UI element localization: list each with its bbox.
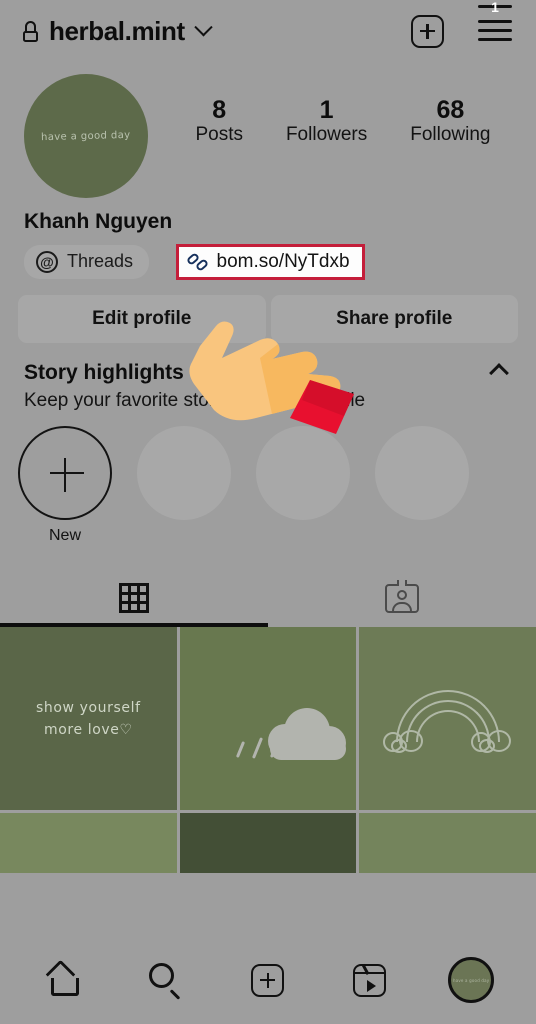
posts-grid: show yourself more love♡: [0, 627, 536, 873]
reels-icon: [353, 963, 387, 997]
rainbow-icon: [382, 682, 513, 756]
post-quote-text: show yourself more love♡: [0, 627, 177, 810]
nav-home-button[interactable]: [32, 953, 98, 1007]
nav-create-button[interactable]: [235, 953, 301, 1007]
profile-link-highlighted[interactable]: bom.so/NyTdxb: [175, 244, 365, 280]
profile-link-text: bom.so/NyTdxb: [216, 251, 350, 272]
story-highlights-list: New: [0, 412, 536, 545]
stat-followers-value: 1: [319, 96, 334, 124]
profile-stats: 8 Posts 1 Followers 68 Following: [148, 74, 512, 146]
story-highlights-title: Story highlights: [24, 361, 184, 384]
app-header: herbal.mint 1: [0, 0, 536, 62]
grid-icon: [119, 583, 149, 613]
story-highlights-header: Story highlights: [0, 343, 536, 385]
header-create-button[interactable]: [411, 14, 444, 48]
nav-profile-button[interactable]: have a good day: [438, 953, 504, 1007]
highlight-skeleton: [256, 426, 350, 520]
search-icon: [149, 963, 183, 1000]
profile-link-row: bom.so/NyTdxb: [175, 244, 365, 280]
post-thumbnail[interactable]: [0, 813, 177, 873]
stat-posts-label: Posts: [195, 124, 243, 145]
threads-badge-label: Threads: [67, 251, 134, 271]
stat-posts-value: 8: [212, 96, 227, 124]
bottom-navigation: have a good day: [0, 936, 536, 1024]
stat-following-label: Following: [410, 124, 491, 145]
add-highlight-icon: [18, 426, 112, 520]
tab-tagged[interactable]: [268, 569, 536, 627]
profile-summary: have a good day 8 Posts 1 Followers 68 F…: [0, 62, 536, 198]
profile-full-name: Khanh Nguyen: [24, 210, 173, 233]
avatar-caption: have a good day: [41, 129, 131, 143]
instagram-profile-screen: herbal.mint 1 have a good day 8 Posts 1 …: [0, 0, 536, 1024]
link-chain-icon: [185, 251, 209, 273]
threads-badge[interactable]: Threads: [24, 244, 150, 279]
chevron-down-icon[interactable]: [194, 17, 213, 36]
highlight-skeleton: [375, 426, 469, 520]
post-thumbnail[interactable]: [179, 813, 357, 873]
nav-avatar-caption: have a good day: [452, 977, 490, 983]
profile-avatar-icon: have a good day: [448, 957, 495, 1003]
story-highlight-new[interactable]: New: [18, 426, 112, 545]
nav-search-button[interactable]: [133, 953, 199, 1007]
tagged-person-icon: [385, 579, 419, 613]
menu-notification-badge: 1: [478, 0, 512, 15]
nav-reels-button[interactable]: [337, 953, 403, 1007]
story-highlights-subtitle: Keep your favorite stories on your profi…: [24, 390, 366, 411]
chevron-up-icon[interactable]: [489, 363, 509, 383]
post-thumbnail[interactable]: [359, 627, 536, 810]
profile-avatar[interactable]: have a good day: [24, 74, 148, 198]
post-quote-line1: show yourself: [36, 699, 141, 716]
story-highlight-placeholder[interactable]: [256, 426, 350, 520]
post-thumbnail[interactable]: show yourself more love♡: [0, 627, 177, 810]
stat-following-value: 68: [436, 96, 465, 124]
tab-grid[interactable]: [0, 569, 268, 627]
share-profile-button[interactable]: Share profile: [270, 295, 518, 343]
post-thumbnail[interactable]: [179, 627, 357, 810]
lock-icon: [22, 20, 39, 42]
story-highlight-placeholder[interactable]: [137, 426, 231, 520]
post-quote-line2: more love♡: [44, 721, 133, 738]
rain-drops-icon: [231, 737, 305, 771]
stat-followers[interactable]: 1 Followers: [286, 96, 367, 146]
highlight-skeleton: [137, 426, 231, 520]
threads-logo-icon: [36, 250, 58, 273]
post-thumbnail[interactable]: [359, 813, 536, 873]
stat-posts[interactable]: 8 Posts: [195, 96, 243, 146]
hamburger-menu-button[interactable]: 1: [478, 0, 514, 46]
stat-following[interactable]: 68 Following: [410, 96, 490, 146]
story-highlight-placeholder[interactable]: [375, 426, 469, 520]
profile-tabs: [0, 569, 536, 627]
plus-box-icon: [251, 963, 285, 997]
account-username[interactable]: herbal.mint: [49, 16, 185, 47]
home-icon: [45, 959, 83, 996]
edit-profile-button[interactable]: Edit profile: [18, 295, 266, 343]
stat-followers-label: Followers: [285, 124, 368, 145]
story-highlight-new-label: New: [48, 527, 81, 544]
profile-action-buttons: Edit profile Share profile: [18, 295, 518, 343]
